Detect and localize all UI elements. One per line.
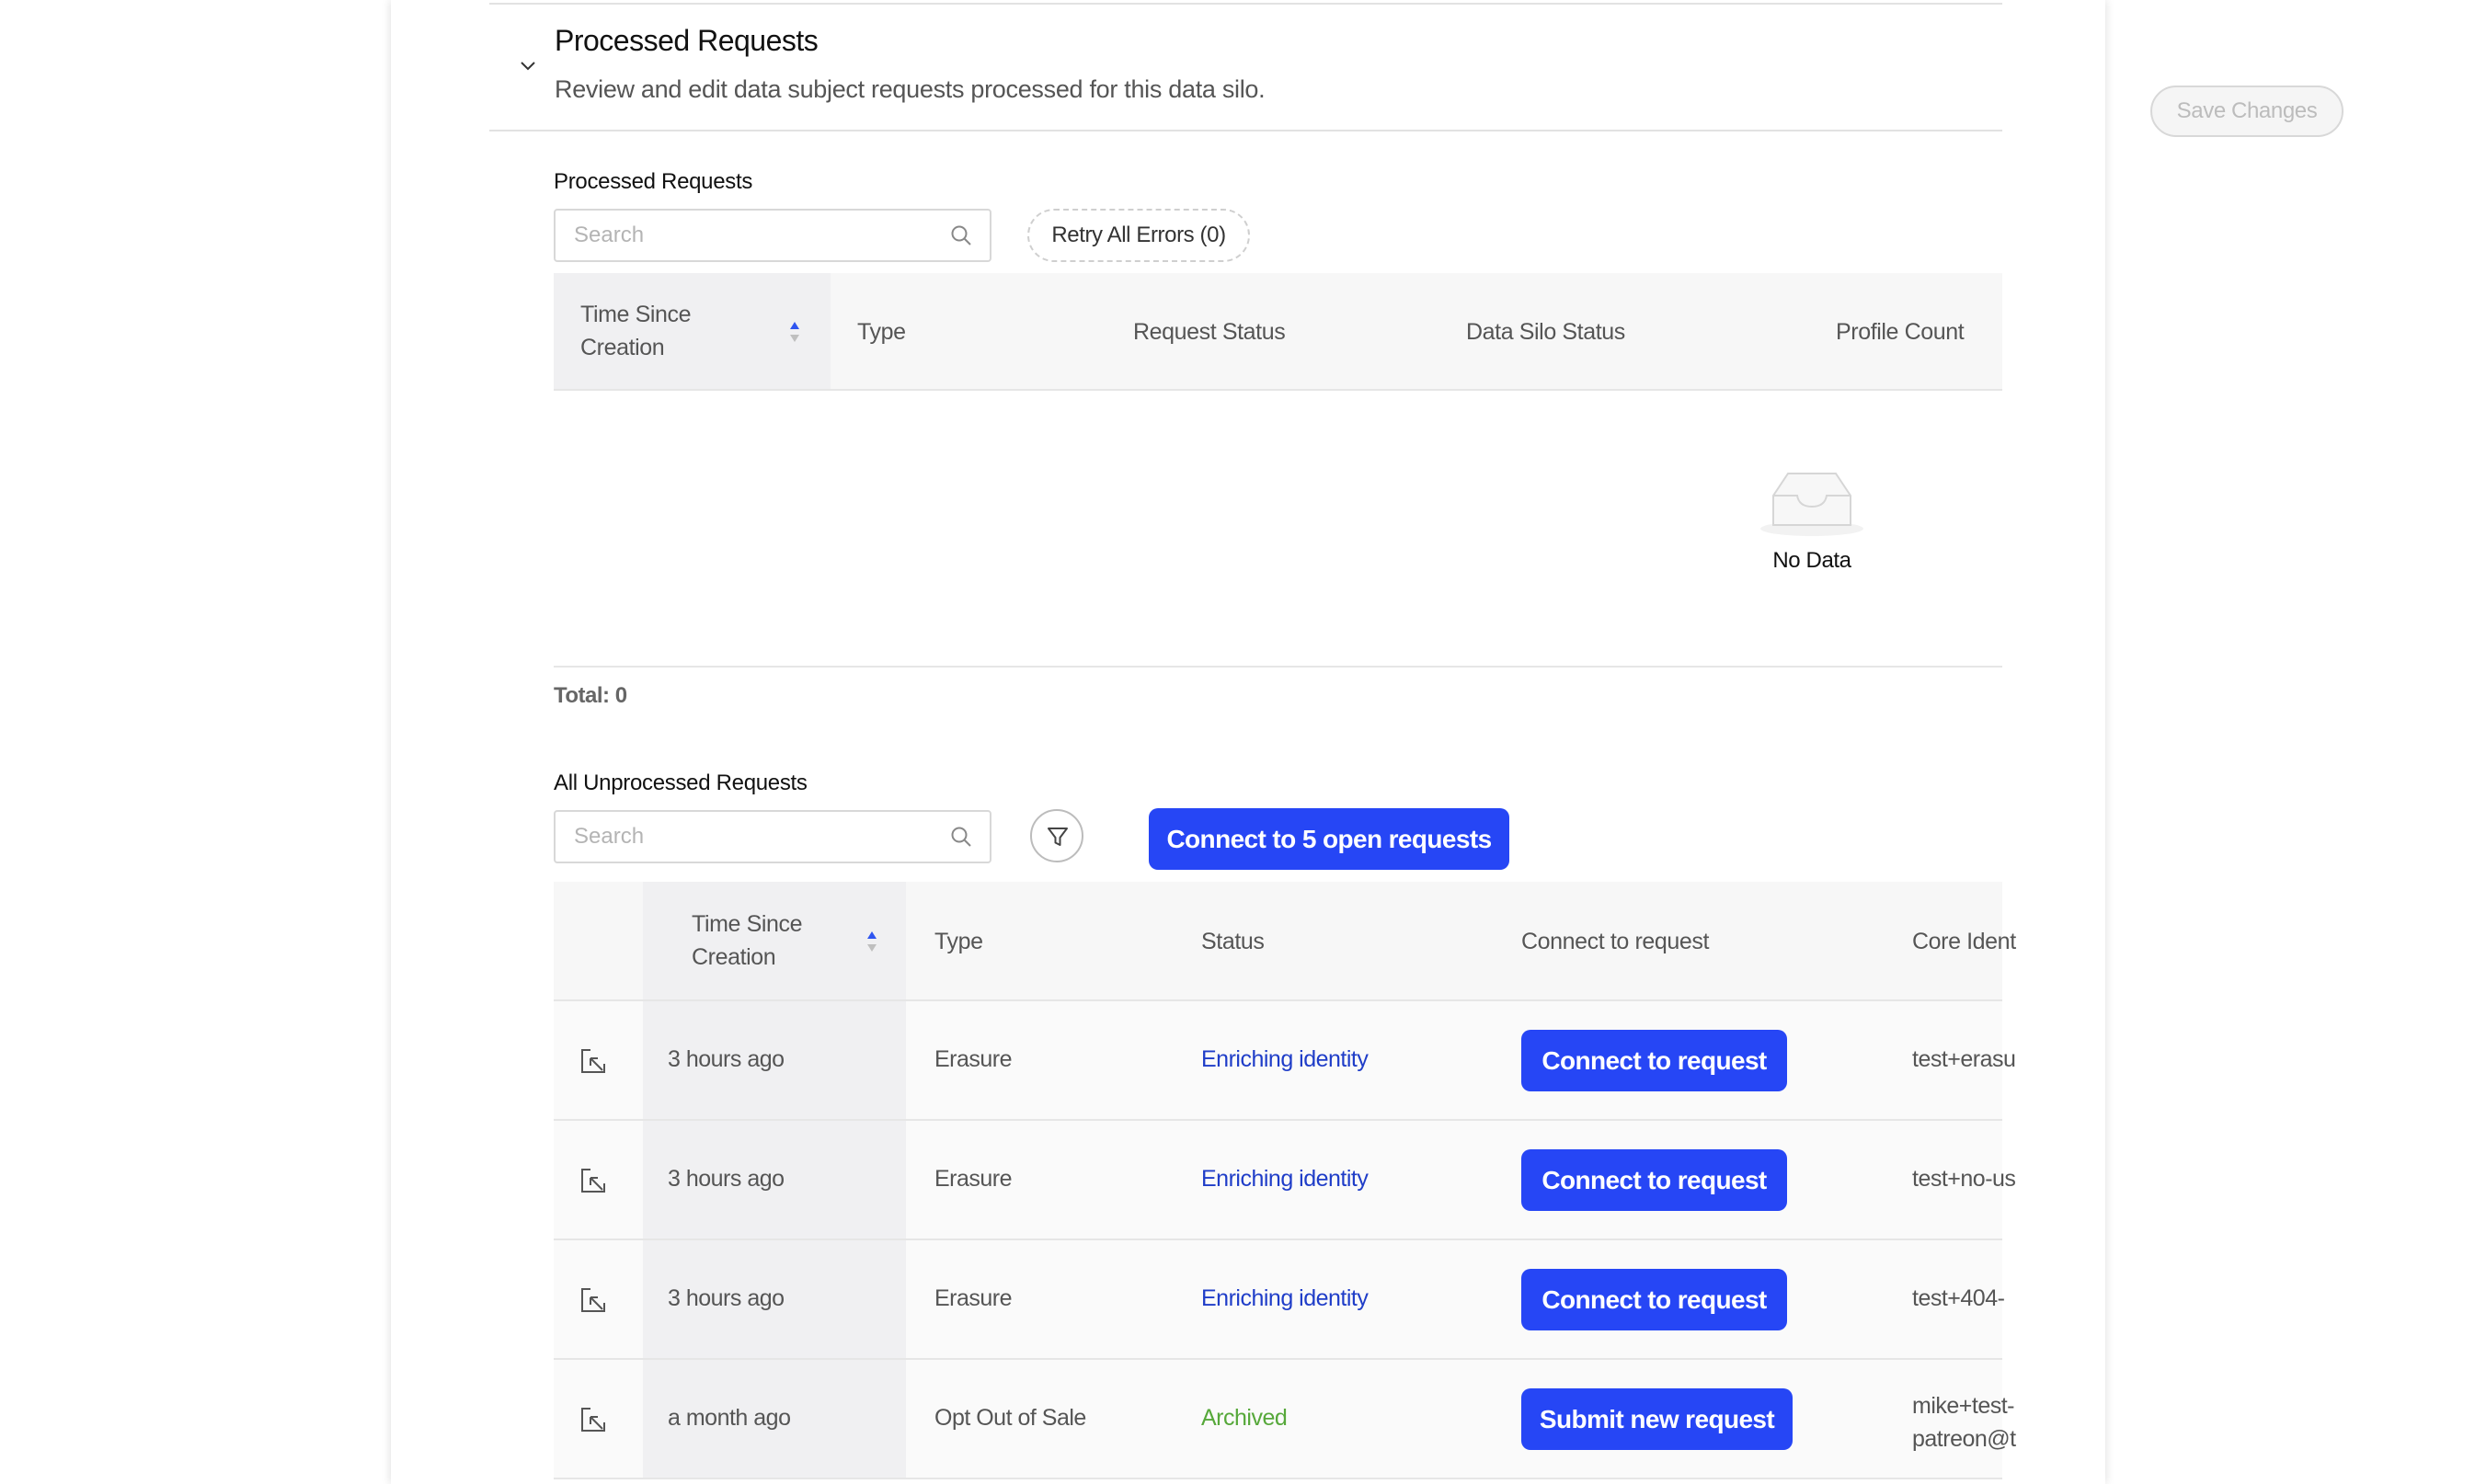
row-type: Opt Out of Sale — [934, 1405, 1086, 1431]
unprocessed-search-input[interactable] — [572, 812, 940, 862]
column-data-silo-status: Data Silo Status — [1466, 319, 1625, 345]
column-type: Type — [857, 319, 906, 345]
empty-state: No Data — [1743, 464, 1881, 574]
unprocessed-search-field — [554, 810, 991, 863]
column-time-since-creation[interactable]: Time Since Creation — [580, 298, 692, 364]
chevron-down-icon[interactable] — [517, 55, 539, 77]
filter-icon — [1048, 828, 1068, 846]
row-time: a month ago — [668, 1405, 791, 1431]
row-type: Erasure — [934, 1166, 1013, 1192]
connect-open-requests-button[interactable]: Connect to 5 open requests — [1149, 808, 1509, 870]
column-connect-to-request: Connect to request — [1521, 929, 1710, 954]
section-title: Processed Requests — [555, 24, 819, 57]
unprocessed-requests-label: All Unprocessed Requests — [554, 771, 808, 795]
row-status: Archived — [1201, 1405, 1288, 1431]
search-icon[interactable] — [949, 825, 973, 849]
column-type: Type — [934, 929, 983, 954]
row-status: Enriching identity — [1201, 1166, 1369, 1192]
search-icon[interactable] — [949, 223, 973, 247]
filter-button[interactable] — [1030, 809, 1083, 862]
processed-requests-label: Processed Requests — [554, 169, 753, 194]
top-divider — [489, 3, 2002, 5]
open-link-icon[interactable] — [579, 1047, 607, 1075]
row-status: Enriching identity — [1201, 1285, 1369, 1311]
retry-all-errors-button[interactable]: Retry All Errors (0) — [1027, 209, 1250, 262]
processed-search-field — [554, 209, 991, 262]
table-row[interactable]: a month ago Opt Out of Sale Archived Sub… — [554, 1360, 2016, 1479]
open-link-icon[interactable] — [579, 1286, 607, 1314]
header-divider — [489, 130, 2002, 131]
row-core-identifier: test+erasu — [1912, 1046, 2016, 1072]
open-link-icon[interactable] — [579, 1167, 607, 1194]
column-profile-count: Profile Count — [1836, 319, 1965, 345]
row-core-identifier: test+404- — [1912, 1285, 2005, 1311]
row-time: 3 hours ago — [668, 1166, 785, 1192]
connect-to-request-button[interactable]: Connect to request — [1521, 1269, 1787, 1330]
sort-icon[interactable] — [865, 929, 878, 954]
row-type: Erasure — [934, 1046, 1013, 1072]
processed-search-input[interactable] — [572, 211, 940, 260]
row-core-identifier: mike+test- patreon@t — [1912, 1393, 2016, 1452]
unprocessed-table-header: Time Since Creation Type Status Connect … — [554, 882, 2016, 1001]
column-time-since-creation[interactable]: Time Since Creation — [692, 908, 803, 974]
submit-new-request-button[interactable]: Submit new request — [1521, 1388, 1793, 1450]
processed-table-header: Time Since Creation Type Request Status … — [554, 273, 2002, 391]
processed-table-bottom — [554, 666, 2002, 668]
row-time: 3 hours ago — [668, 1046, 785, 1072]
column-status: Status — [1201, 929, 1265, 954]
column-core-identifier: Core Ident — [1912, 929, 2016, 954]
table-row[interactable]: 3 hours ago Erasure Enriching identity C… — [554, 1240, 2005, 1360]
connect-to-request-button[interactable]: Connect to request — [1521, 1149, 1787, 1211]
sort-icon[interactable] — [788, 319, 801, 345]
table-row[interactable]: 3 hours ago Erasure Enriching identity C… — [554, 1001, 2016, 1121]
table-row[interactable]: 3 hours ago Erasure Enriching identity C… — [554, 1121, 2016, 1240]
row-status: Enriching identity — [1201, 1046, 1369, 1072]
save-changes-button[interactable]: Save Changes — [2150, 86, 2344, 137]
row-time: 3 hours ago — [668, 1285, 785, 1311]
column-request-status: Request Status — [1133, 319, 1286, 345]
data-silo-panel: Processed Requests Review and edit data … — [391, 0, 2105, 1484]
total-count: Total: 0 — [554, 683, 627, 708]
row-core-identifier: test+no-us — [1912, 1166, 2016, 1192]
empty-inbox-icon — [1760, 473, 1863, 536]
section-description: Review and edit data subject requests pr… — [555, 75, 1266, 103]
no-data-label: No Data — [1772, 548, 1851, 573]
row-type: Erasure — [934, 1285, 1013, 1311]
open-link-icon[interactable] — [579, 1406, 607, 1433]
connect-to-request-button[interactable]: Connect to request — [1521, 1030, 1787, 1091]
